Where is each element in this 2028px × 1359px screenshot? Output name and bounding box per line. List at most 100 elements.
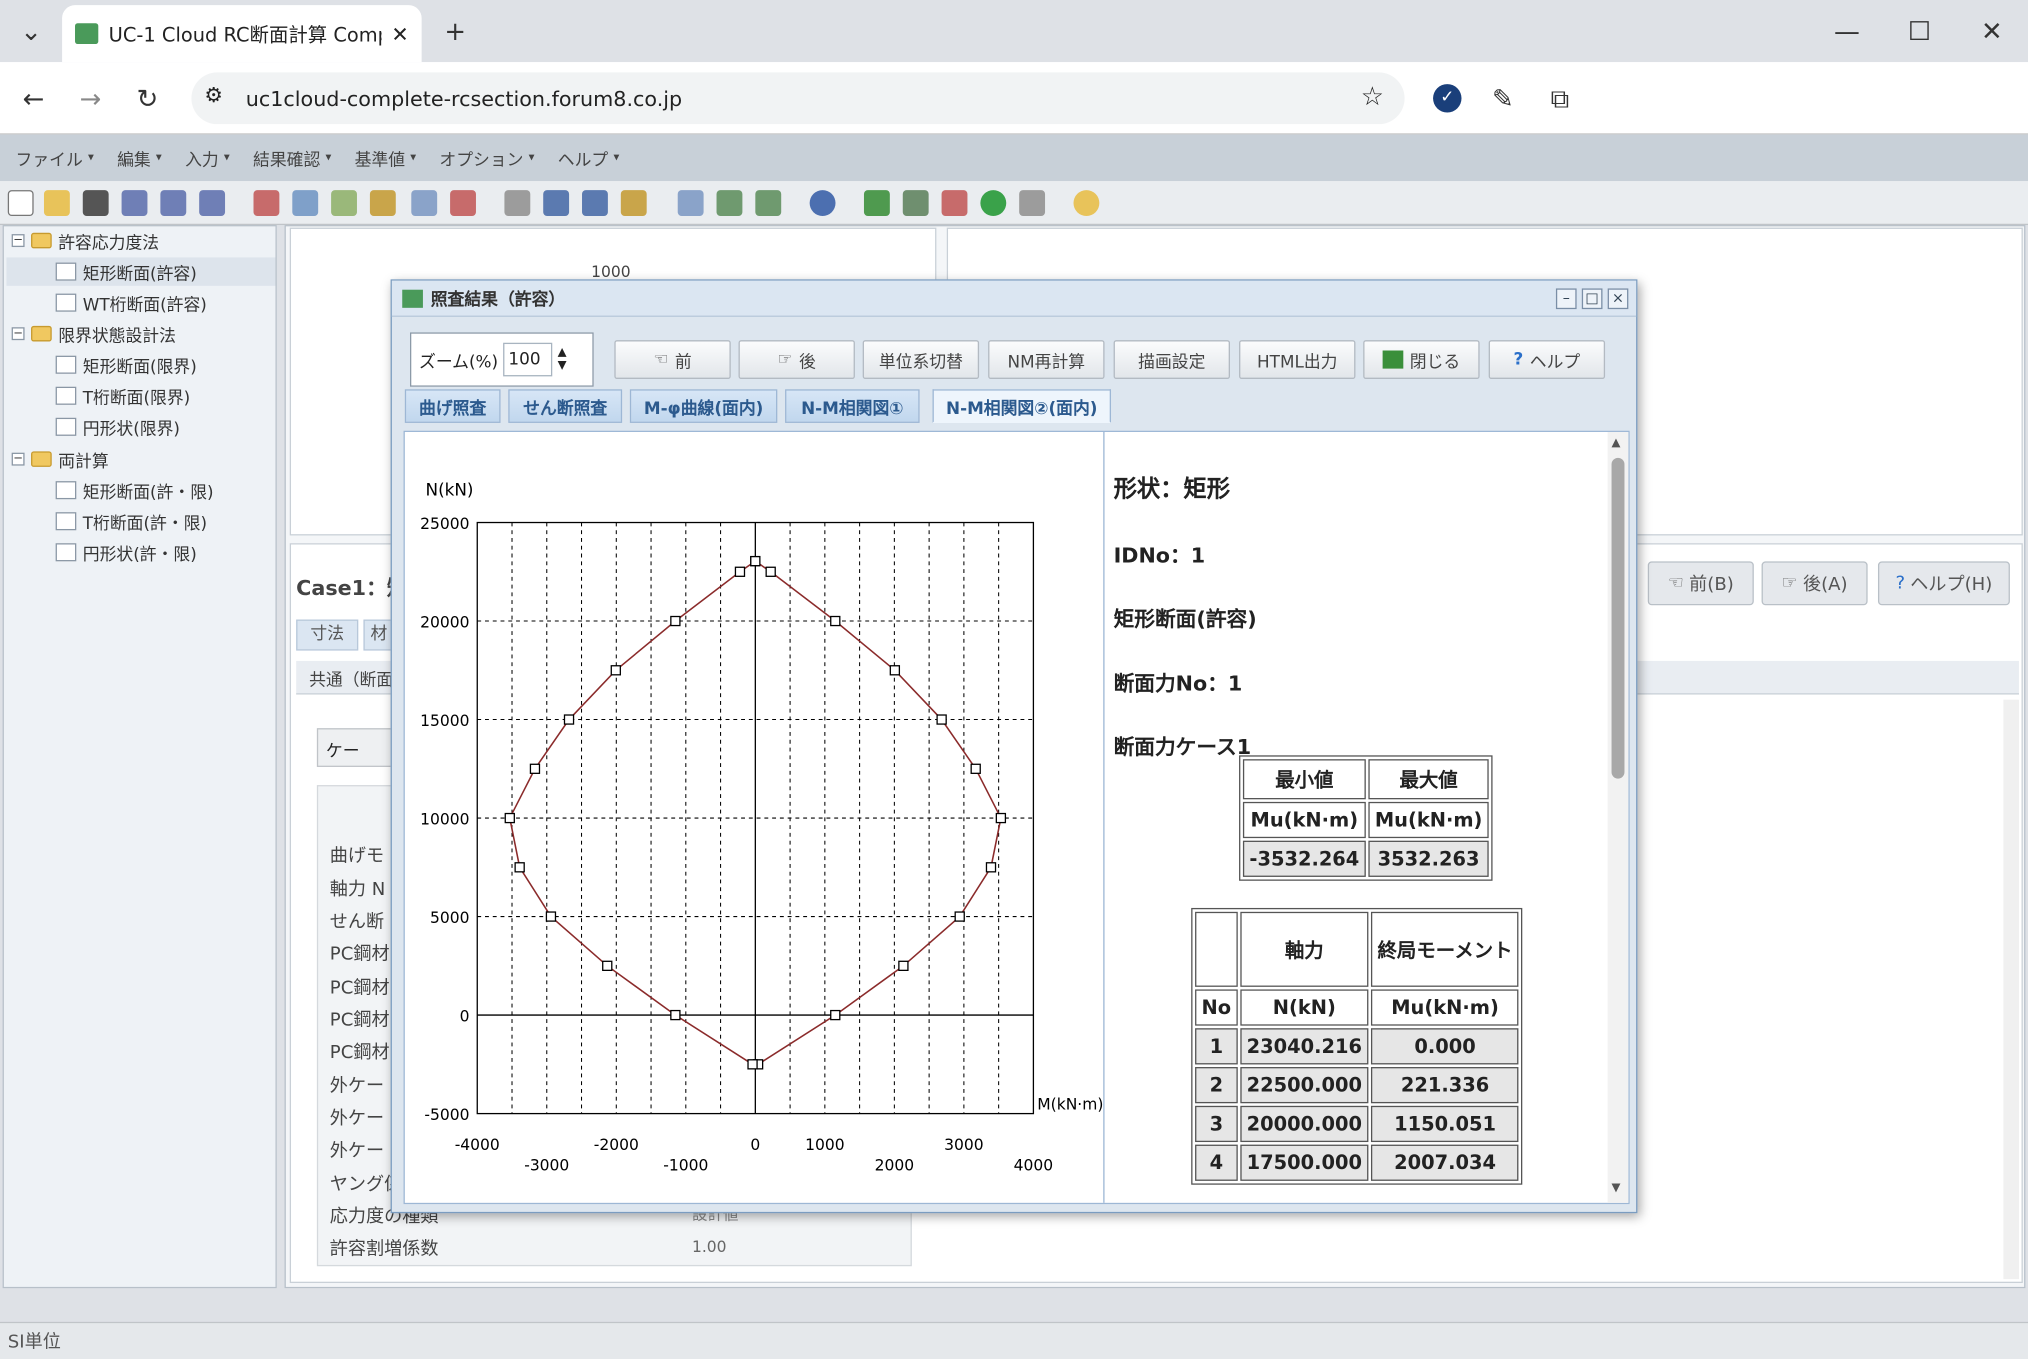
- scroll-down-icon[interactable]: ▼: [1612, 1182, 1621, 1195]
- tree-group[interactable]: 許容応力度法: [58, 228, 159, 252]
- tab-m-phi[interactable]: M-φ曲線(面内): [629, 389, 778, 423]
- calc-icon[interactable]: [504, 190, 531, 216]
- zoom-spinner[interactable]: ▲ ▼: [558, 347, 567, 373]
- reload-icon[interactable]: ↻: [127, 78, 168, 119]
- dialog-maximize-icon[interactable]: □: [1581, 288, 1603, 310]
- tool-c-icon[interactable]: [331, 190, 357, 216]
- collapse-icon[interactable]: −: [11, 234, 25, 248]
- tool-f-icon[interactable]: [450, 190, 476, 216]
- book-icon[interactable]: [620, 190, 647, 216]
- help-h-button[interactable]: ? ヘルプ(H): [1877, 561, 2010, 606]
- report-scrollbar[interactable]: ▲ ▼: [1607, 431, 1629, 1203]
- subtab-common[interactable]: 共通（断面: [309, 666, 393, 690]
- row-label: 許容割増係数: [329, 1239, 439, 1260]
- menu-file[interactable]: ファイル: [16, 146, 83, 170]
- chart-icon[interactable]: [677, 190, 704, 216]
- new-tab-icon[interactable]: +: [435, 10, 476, 51]
- save-icon[interactable]: [82, 190, 109, 216]
- help-button[interactable]: ? ヘルプ: [1488, 340, 1606, 379]
- menu-input[interactable]: 入力: [185, 146, 219, 170]
- calendar-icon[interactable]: [941, 190, 968, 216]
- unit-switch-button[interactable]: 単位系切替: [862, 340, 980, 379]
- forward-icon[interactable]: →: [70, 78, 111, 119]
- tool-b-icon[interactable]: [292, 190, 319, 216]
- eyedropper-icon[interactable]: ✎: [1482, 78, 1523, 119]
- tree-group[interactable]: 両計算: [58, 447, 108, 471]
- close-button[interactable]: 閉じる: [1363, 340, 1480, 379]
- idno: IDNo：1: [1113, 543, 1206, 568]
- check-icon[interactable]: [863, 190, 890, 216]
- url-field[interactable]: ⚙ uc1cloud-complete-rcsection.forum8.co.…: [191, 72, 1405, 125]
- tool-a-icon[interactable]: [253, 190, 280, 216]
- bookmark-star-icon[interactable]: ☆: [1361, 80, 1384, 111]
- save-as-icon[interactable]: [121, 190, 148, 216]
- tab-dimension[interactable]: 寸法: [296, 619, 359, 651]
- tree-item[interactable]: 矩形断面(許容): [83, 259, 197, 283]
- menu-options[interactable]: オプション: [439, 146, 523, 170]
- help-icon[interactable]: [1073, 190, 1100, 216]
- export-icon[interactable]: [160, 190, 187, 216]
- collapse-icon[interactable]: −: [11, 327, 25, 341]
- prev-b-button[interactable]: ☜ 前(B): [1647, 561, 1754, 606]
- tree-item[interactable]: 矩形断面(限界): [83, 352, 197, 377]
- dialog-minimize-icon[interactable]: –: [1555, 288, 1577, 310]
- tool-e-icon[interactable]: [411, 190, 438, 216]
- collapse-icon[interactable]: −: [11, 452, 25, 466]
- tab-shear[interactable]: せん断照査: [508, 389, 623, 423]
- extensions-icon[interactable]: ⧉: [1539, 78, 1580, 119]
- next-button[interactable]: ☞ 後: [738, 340, 855, 379]
- new-file-icon[interactable]: [7, 190, 34, 216]
- profile-check-icon[interactable]: ✓: [1433, 84, 1462, 113]
- nm-recalc-button[interactable]: NM再計算: [988, 340, 1105, 379]
- refresh-icon[interactable]: [980, 190, 1007, 216]
- close-window-icon[interactable]: ✕: [1971, 10, 2012, 51]
- model-icon[interactable]: [716, 190, 743, 216]
- tree-item[interactable]: 円形状(許・限): [83, 540, 197, 564]
- allow-factor-value[interactable]: 1.00: [692, 1238, 727, 1256]
- dialog-close-icon[interactable]: ×: [1607, 288, 1629, 310]
- tree-group[interactable]: 限界状態設計法: [58, 321, 176, 346]
- tool-d-icon[interactable]: [369, 190, 396, 216]
- tree-item[interactable]: T桁断面(限界): [83, 383, 190, 408]
- tab-nm-2[interactable]: N-M相関図②(面内): [932, 389, 1112, 423]
- back-icon[interactable]: ←: [13, 78, 54, 119]
- menu-standards[interactable]: 基準値: [355, 146, 405, 170]
- x-tick-label: 4000: [1014, 1156, 1054, 1174]
- case-button[interactable]: ケー: [316, 728, 395, 767]
- site-info-icon[interactable]: ⚙: [204, 83, 223, 108]
- minimize-icon[interactable]: —: [1826, 10, 1867, 51]
- close-tab-icon[interactable]: ✕: [391, 21, 408, 46]
- maximize-icon[interactable]: ☐: [1899, 10, 1940, 51]
- grid-icon[interactable]: [582, 190, 608, 216]
- zoom-input[interactable]: 100: [503, 342, 553, 377]
- open-folder-icon[interactable]: [43, 190, 70, 216]
- tree-item[interactable]: 円形状(限界): [83, 415, 180, 439]
- globe-icon[interactable]: [809, 190, 836, 216]
- document-icon: [55, 293, 77, 312]
- scrollbar[interactable]: [2003, 699, 2019, 1280]
- menu-help[interactable]: ヘルプ: [558, 146, 608, 170]
- tree-icon[interactable]: [1019, 190, 1046, 216]
- monitor-icon[interactable]: [902, 190, 929, 216]
- next-a-button[interactable]: ☞ 後(A): [1761, 561, 1868, 606]
- menu-results[interactable]: 結果確認: [253, 146, 320, 170]
- prev-button[interactable]: ☜ 前: [614, 340, 731, 379]
- draw-settings-button[interactable]: 描画設定: [1113, 340, 1230, 379]
- menu-edit[interactable]: 編集: [117, 146, 151, 170]
- tab-bending[interactable]: 曲げ照査: [404, 389, 501, 423]
- link-icon[interactable]: [755, 190, 782, 216]
- tab-list-dropdown-icon[interactable]: ⌄: [10, 10, 51, 51]
- scroll-thumb[interactable]: [1611, 457, 1625, 779]
- table-header: 最小値: [1242, 759, 1366, 800]
- table-icon[interactable]: [543, 190, 570, 216]
- tab-nm-1[interactable]: N-M相関図①: [785, 389, 920, 423]
- html-output-button[interactable]: HTML出力: [1239, 340, 1356, 379]
- tree-item[interactable]: WT桁断面(許容): [83, 290, 207, 315]
- scroll-up-icon[interactable]: ▲: [1612, 437, 1621, 450]
- print-icon[interactable]: [199, 190, 226, 216]
- tree-item[interactable]: T桁断面(許・限): [83, 509, 207, 533]
- url-text: uc1cloud-complete-rcsection.forum8.co.jp: [245, 86, 683, 111]
- dialog-titlebar[interactable]: 照査結果（許容）: [391, 280, 1637, 317]
- browser-tab[interactable]: UC-1 Cloud RC断面計算 Compl ✕: [62, 5, 422, 63]
- tree-item[interactable]: 矩形断面(許・限): [83, 478, 214, 502]
